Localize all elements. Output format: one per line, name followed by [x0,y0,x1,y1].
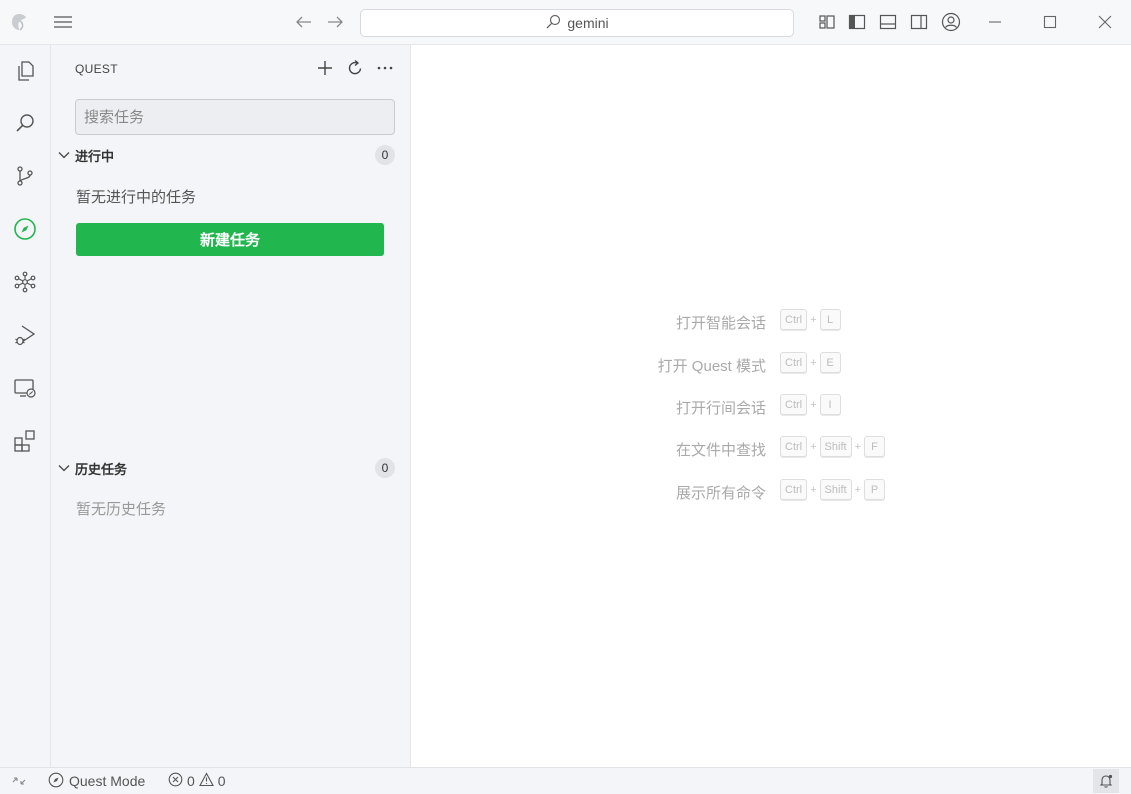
hint-label: 展示所有命令 [675,485,766,502]
key-cap: E [819,352,841,373]
toggle-secondary-sidebar-icon[interactable] [905,8,933,36]
run-debug-icon[interactable] [11,321,39,349]
search-icon [545,14,561,33]
refresh-icon[interactable] [344,57,366,79]
search-text: gemini [567,15,609,31]
graph-icon[interactable] [11,268,39,296]
key-cap: Shift [819,436,852,457]
plus-sign: + [810,440,817,453]
history-count-badge: 0 [375,458,395,478]
plus-sign: + [810,356,817,369]
hint-row: 打开智能会话 Ctrl + L [411,309,1131,333]
in-progress-count-badge: 0 [375,145,395,165]
in-progress-label: 进行中 [75,148,115,164]
toggle-panel-icon[interactable] [874,8,902,36]
key-cap: F [864,436,885,457]
shortcut-keys: Ctrl + Shift + P [780,479,885,500]
key-cap: L [819,309,841,330]
key-cap: I [819,394,841,415]
search-icon[interactable] [11,109,39,137]
command-center-search[interactable]: gemini [360,9,794,37]
shortcut-keys: Ctrl + L [780,309,841,330]
hint-row: 打开行间会话 Ctrl + I [411,394,1131,418]
error-icon [168,772,183,790]
history-label: 历史任务 [75,461,128,477]
task-search-input[interactable] [75,99,395,135]
key-cap: Ctrl [780,394,808,415]
quest-mode-status[interactable]: Quest Mode [48,768,145,794]
app-logo-icon [5,8,33,36]
chevron-down-icon [55,459,73,477]
plus-sign: + [854,440,861,453]
explorer-icon[interactable] [11,57,39,85]
quest-icon[interactable] [11,215,39,243]
key-cap: Ctrl [780,436,808,457]
customize-layout-icon[interactable] [813,8,841,36]
in-progress-empty-text: 暂无进行中的任务 [76,189,197,206]
editor-welcome-area: 打开智能会话 Ctrl + L 打开 Quest 模式 Ctrl + E 打开行… [411,45,1131,767]
add-icon[interactable] [314,57,336,79]
new-task-button[interactable]: 新建任务 [76,223,384,256]
plus-sign: + [810,398,817,411]
source-control-icon[interactable] [11,162,39,190]
key-cap: Ctrl [780,309,808,330]
hint-label: 打开智能会话 [675,315,766,332]
key-cap: Ctrl [780,479,808,500]
error-count: 0 [187,773,195,789]
hint-label: 打开行间会话 [675,400,766,417]
shortcut-keys: Ctrl + E [780,352,841,373]
maximize-icon[interactable] [1036,8,1064,36]
minimize-icon[interactable] [981,8,1009,36]
title-bar: gemini [0,0,1131,45]
history-empty-text: 暂无历史任务 [76,501,167,518]
notifications-bell-icon[interactable] [1093,769,1119,793]
remote-connection-icon[interactable] [0,768,38,794]
remote-explorer-icon[interactable] [11,374,39,402]
hint-row: 展示所有命令 Ctrl + Shift + P [411,479,1131,503]
shortcut-keys: Ctrl + Shift + F [780,436,885,457]
key-cap: Ctrl [780,352,808,373]
extensions-icon[interactable] [11,427,39,455]
toggle-sidebar-icon[interactable] [843,8,871,36]
in-progress-section-header[interactable]: 进行中 0 [55,143,395,167]
menu-icon[interactable] [49,8,77,36]
back-arrow-icon[interactable] [290,8,318,36]
chevron-down-icon [55,146,73,164]
activity-bar [0,45,51,767]
quest-mode-label: Quest Mode [69,773,146,789]
warning-icon [198,772,214,790]
sidebar-title: QUEST [75,62,118,76]
more-icon[interactable] [374,57,396,79]
hint-row: 在文件中查找 Ctrl + Shift + F [411,436,1131,460]
hint-row: 打开 Quest 模式 Ctrl + E [411,352,1131,376]
key-cap: Shift [819,479,852,500]
plus-sign: + [854,483,861,496]
shortcut-keys: Ctrl + I [780,394,841,415]
compass-icon [48,772,64,791]
warning-count: 0 [217,773,226,789]
quest-sidebar: QUEST 进行中 0 暂无进行中的任务 新建任务 历史任务 0 暂无历史任务 [51,45,411,767]
problems-status[interactable]: 0 0 [168,768,226,794]
account-icon[interactable] [937,8,965,36]
hint-label: 在文件中查找 [675,442,766,459]
close-icon[interactable] [1091,8,1119,36]
history-section-header[interactable]: 历史任务 0 [55,456,395,480]
key-cap: P [864,479,885,500]
forward-arrow-icon[interactable] [321,8,349,36]
plus-sign: + [810,483,817,496]
sidebar-actions [314,57,396,79]
status-bar: Quest Mode 0 0 [0,767,1131,794]
hint-label: 打开 Quest 模式 [657,358,766,375]
plus-sign: + [810,313,817,326]
